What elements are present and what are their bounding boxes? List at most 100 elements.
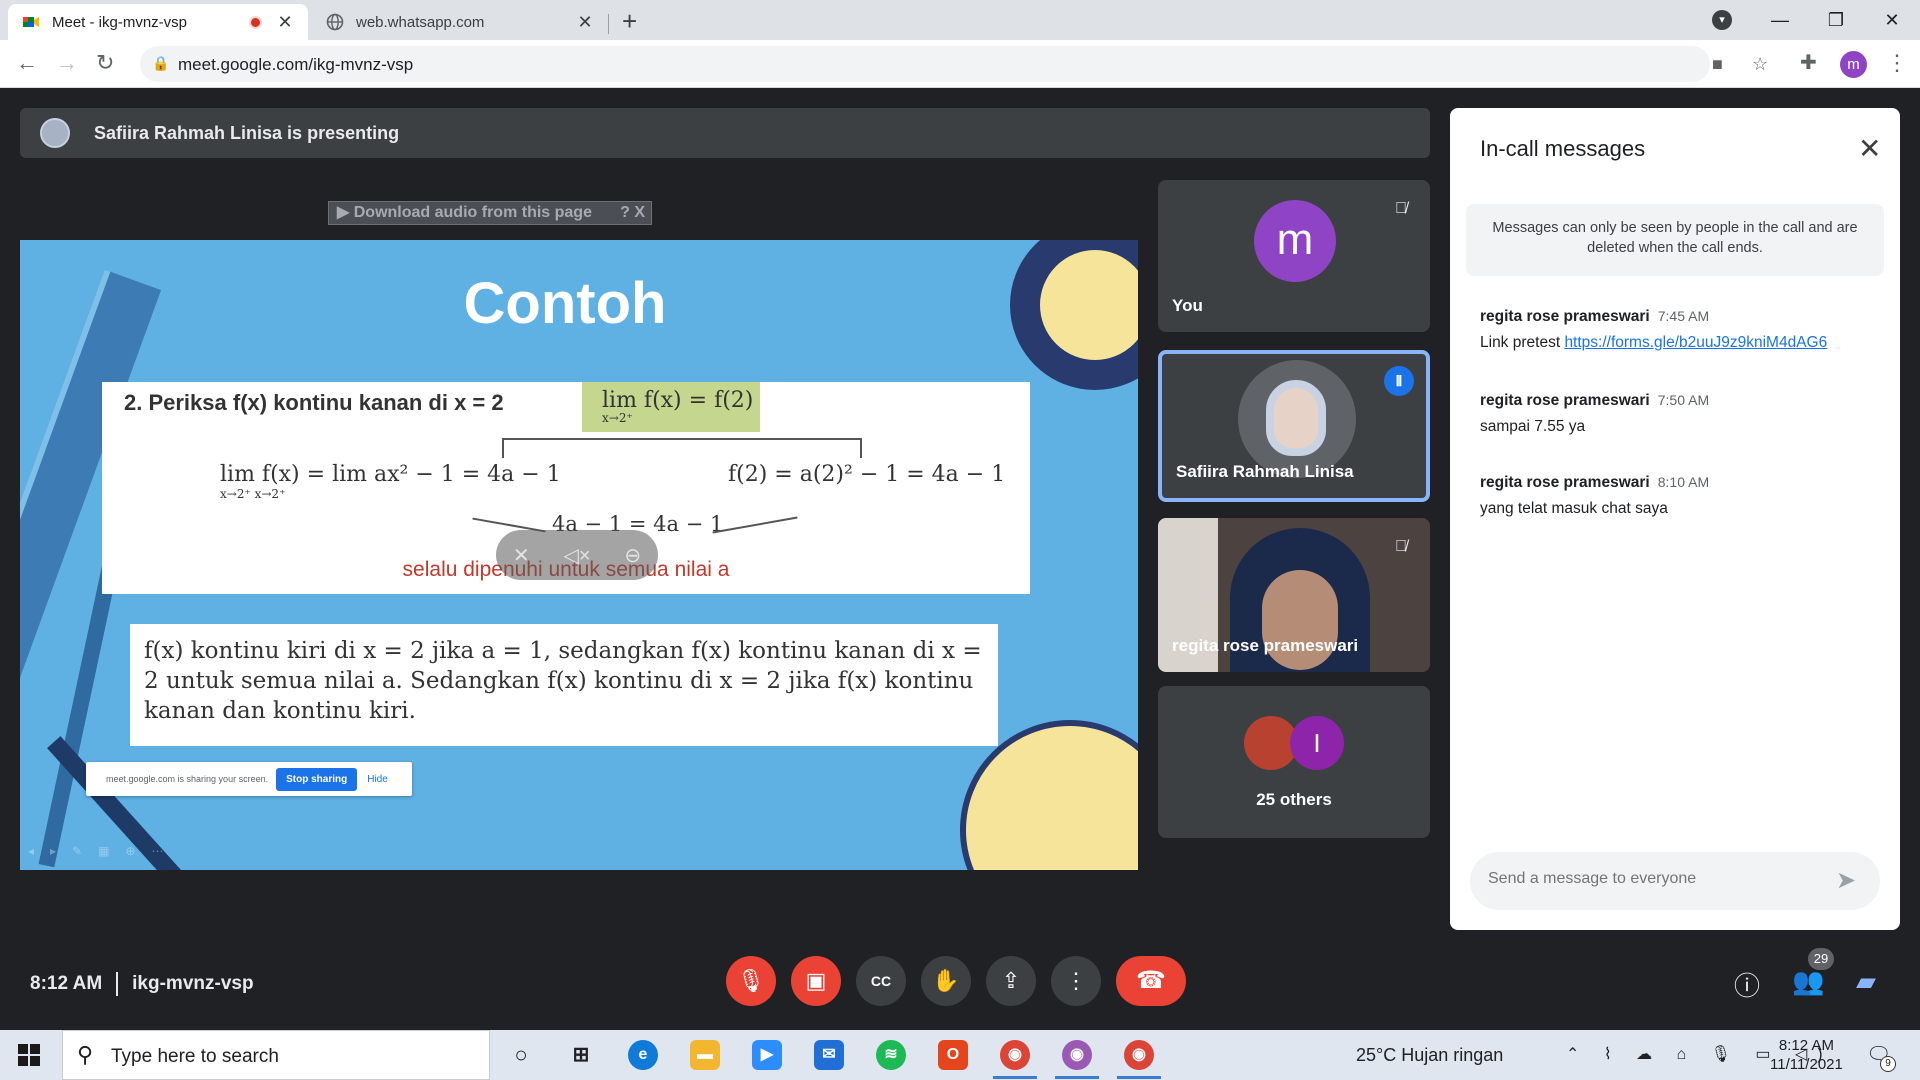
close-tab-icon[interactable]: ✕ [576, 12, 594, 33]
file-explorer-icon[interactable]: ▬ [690, 1040, 720, 1070]
limit-subscript: x→2⁺ x→2⁺ [220, 487, 286, 501]
download-audio-label[interactable]: ▶ Download audio from this page [337, 204, 592, 221]
notification-count-badge: 9 [1880, 1056, 1896, 1072]
bookmark-star-icon[interactable]: ☆ [1752, 54, 1768, 75]
chat-icon[interactable]: ▰ [1856, 966, 1876, 997]
participant-tile-you[interactable]: m 🎙̸ You [1158, 180, 1430, 332]
mic-off-icon: 🎙̸ [1395, 200, 1407, 217]
leave-call-button[interactable]: ☎ [1116, 956, 1186, 1006]
extensions-icon[interactable]: ✚ [1800, 50, 1817, 75]
participant-tile-safiira[interactable]: ⦀ Safiira Rahmah Linisa [1158, 350, 1430, 502]
tab-whatsapp[interactable]: web.whatsapp.com ✕ [312, 4, 608, 40]
chat-notice: Messages can only be seen by people in t… [1466, 204, 1884, 276]
left-limit-equation-text: lim f(x) = lim ax² − 1 = 4a − 1 [220, 462, 561, 487]
clock-time: 8:12 AM [1778, 1037, 1834, 1054]
close-tab-icon[interactable]: ✕ [276, 12, 294, 33]
chat-message: regita rose prameswari 8:10 AM yang telat… [1480, 474, 1880, 518]
clock-date: 11/11/2021 [1770, 1056, 1843, 1073]
lock-icon[interactable]: 🔒 [152, 55, 169, 72]
tab-search-icon[interactable]: ▾ [1712, 10, 1732, 30]
presenter-overlay-controls[interactable]: ✕ ◁× ⊖ [496, 530, 658, 580]
download-audio-controls[interactable]: ? X [620, 202, 645, 224]
browser-toolbar: ← → ↻ 🔒 meet.google.com/ikg-mvnz-vsp ■ ☆… [0, 40, 1920, 88]
avatar: I [1290, 716, 1344, 770]
participant-tile-others[interactable]: I 25 others [1158, 686, 1430, 838]
camera-in-use-icon[interactable]: ■ [1712, 54, 1723, 75]
taskbar-search[interactable]: ⚲ Type here to search [62, 1030, 490, 1080]
function-value-equation: f(2) = a(2)² − 1 = 4a − 1 [728, 462, 1006, 487]
camera-off-button[interactable]: ▣ [791, 956, 841, 1006]
highlight-equation-text: lim f(x) = f(2) [602, 388, 754, 413]
presenter-avatar [40, 118, 70, 148]
presentation-screen: Contoh 2. Periksa f(x) kontinu kanan di … [20, 240, 1138, 870]
new-tab-icon[interactable]: + [622, 6, 637, 37]
chat-message: regita rose prameswari 7:45 AM Link prete… [1480, 308, 1880, 352]
panel-title: In-call messages [1480, 136, 1646, 161]
people-count-badge: 29 [1808, 948, 1834, 970]
tab-meet[interactable]: Meet - ikg-mvnz-vsp ✕ [8, 4, 308, 40]
spotify-icon[interactable]: ≋ [876, 1040, 906, 1070]
message-input[interactable] [1488, 870, 1818, 888]
arrow-right [712, 516, 798, 534]
meeting-info-icon[interactable]: ⓘ [1734, 966, 1760, 1003]
chrome-icon[interactable]: ◉ [1124, 1040, 1154, 1070]
people-icon[interactable]: 👥 [1792, 966, 1824, 997]
left-limit-equation: lim f(x) = lim ax² − 1 = 4a − 1 x→2⁺ x→2… [220, 462, 561, 501]
message-sender: regita rose prameswari [1480, 392, 1650, 409]
minimize-icon[interactable]: — [1752, 10, 1808, 31]
cortana-icon[interactable]: ○ [506, 1040, 536, 1070]
stop-sharing-button[interactable]: Stop sharing [276, 767, 358, 791]
edge-icon[interactable]: e [628, 1040, 658, 1070]
chrome-profile-icon[interactable]: ◉ [1000, 1040, 1030, 1070]
remove-icon[interactable]: ⊖ [624, 543, 641, 568]
address-bar[interactable]: 🔒 meet.google.com/ikg-mvnz-vsp ■ ☆ [140, 46, 1768, 82]
limit-subscript: x→2⁺ [602, 411, 633, 425]
summary-box: f(x) kontinu kiri di x = 2 jika a = 1, s… [130, 624, 998, 746]
message-time: 7:50 AM [1657, 392, 1710, 408]
mail-icon[interactable]: ✉ [814, 1040, 844, 1070]
tab-divider [608, 14, 609, 34]
message-time: 7:45 AM [1657, 308, 1710, 324]
highlight-equation: lim f(x) = f(2) x→2⁺ [582, 382, 760, 432]
zoom-icon[interactable]: ▶ [752, 1040, 782, 1070]
task-view-icon[interactable]: ⊞ [566, 1040, 596, 1070]
reload-icon[interactable]: ↻ [96, 50, 114, 76]
present-button[interactable]: ⇪ [986, 956, 1036, 1006]
tab-title: Meet - ikg-mvnz-vsp [52, 13, 188, 31]
download-audio-bar[interactable]: ▶ Download audio from this page ? X [328, 201, 652, 225]
hide-button[interactable]: Hide [367, 774, 388, 785]
meeting-time: 8:12 AM [30, 973, 103, 995]
send-icon[interactable]: ➤ [1836, 866, 1856, 895]
call-controls-bar: 8:12 AM ikg-mvnz-vsp 🎙 ▣ CC ✋ ⇪ ⋮ ☎ ⓘ 👥 2… [0, 948, 1920, 1030]
pin-off-icon[interactable]: ✕ [513, 543, 530, 568]
close-icon[interactable]: ✕ [1858, 132, 1881, 165]
back-icon[interactable]: ← [16, 50, 38, 76]
avatar: m [1254, 200, 1336, 282]
presenting-banner: Safiira Rahmah Linisa is presenting [20, 108, 1430, 158]
speaking-indicator-icon: ⦀ [1384, 366, 1414, 396]
forward-icon[interactable]: → [56, 50, 78, 76]
chrome-profile-icon[interactable]: ◉ [1062, 1040, 1092, 1070]
restore-icon[interactable]: ❐ [1808, 10, 1864, 31]
captions-button[interactable]: CC [856, 956, 906, 1006]
participant-tile-regita[interactable]: 🎙̸ regita rose prameswari [1158, 518, 1430, 672]
close-window-icon[interactable]: ✕ [1864, 10, 1920, 31]
google-meet-icon [22, 13, 40, 31]
mute-off-icon[interactable]: ◁× [563, 543, 590, 568]
window-controls: — ❐ ✕ [1752, 0, 1920, 40]
slide-navigation-icons[interactable]: ◂▸✎▦⊕⋯ [28, 844, 180, 858]
tab-title: web.whatsapp.com [356, 13, 485, 31]
weather-widget[interactable]: 25°C Hujan ringan [1356, 1045, 1503, 1066]
message-link[interactable]: https://forms.gle/b2uuJ9z9kniM4dAG6 [1564, 334, 1827, 351]
windows-start-icon[interactable] [18, 1044, 40, 1066]
raise-hand-button[interactable]: ✋ [921, 956, 971, 1006]
profile-avatar[interactable]: m [1840, 51, 1867, 78]
message-text: yang telat masuk chat saya [1480, 500, 1668, 517]
mic-off-button[interactable]: 🎙 [726, 956, 776, 1006]
office-icon[interactable]: O [938, 1040, 968, 1070]
browser-menu-icon[interactable]: ⋮ [1886, 50, 1908, 76]
active-app-indicator [993, 1076, 1037, 1079]
active-app-indicator [1055, 1076, 1099, 1079]
more-options-button[interactable]: ⋮ [1051, 956, 1101, 1006]
taskbar-clock[interactable]: 8:12 AM 11/11/2021 [1770, 1036, 1843, 1074]
